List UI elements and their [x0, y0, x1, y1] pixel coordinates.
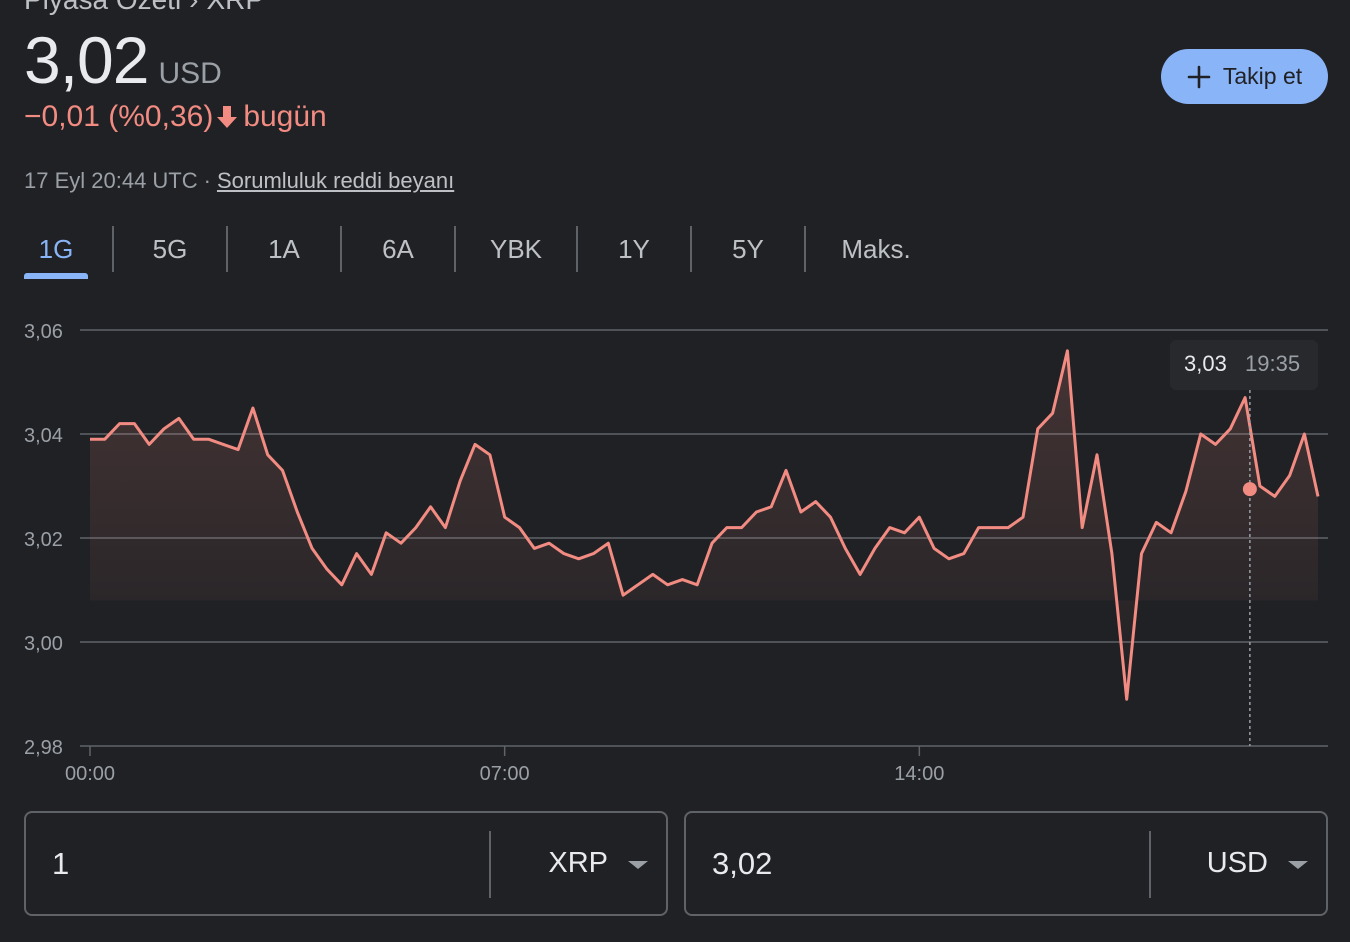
breadcrumb-parent-link[interactable]: Piyasa Özeti: [24, 0, 181, 15]
breadcrumb-separator: ›: [189, 0, 198, 15]
tab-6a[interactable]: 6A: [342, 226, 454, 272]
converter-from: 1 XRP: [24, 811, 668, 916]
y-tick-label: 3,00: [24, 633, 63, 655]
plus-icon: [1187, 65, 1211, 89]
hover-point: [1242, 482, 1257, 497]
to-currency-select[interactable]: USD: [1151, 813, 1326, 914]
series-area: [90, 350, 1318, 700]
tab-1y[interactable]: 1Y: [578, 226, 690, 272]
tooltip-time: 19:35: [1245, 351, 1300, 376]
tab-1g[interactable]: 1G: [24, 226, 88, 279]
follow-button[interactable]: Takip et: [1161, 49, 1328, 104]
y-tick-label: 3,02: [24, 529, 63, 551]
arrow-down-icon: [215, 104, 239, 130]
caret-down-icon: [1288, 860, 1308, 869]
to-currency-label: USD: [1206, 847, 1268, 879]
range-tabs: 1G 5G 1A 6A YBK 1Y 5Y Maks.: [24, 226, 946, 280]
x-tick-label: 00:00: [65, 763, 115, 785]
breadcrumb-current: XRP: [207, 0, 265, 15]
from-currency-label: XRP: [548, 847, 608, 879]
breadcrumb: Piyasa Özeti › XRP: [24, 0, 264, 16]
y-tick-label: 3,06: [24, 321, 63, 343]
price-display: 3,02 USD: [24, 22, 222, 98]
price-change: −0,01 (%0,36) bugün: [24, 100, 327, 134]
price-meta: 17 Eyl 20:44 UTC · Sorumluluk reddi beyanı: [24, 168, 454, 194]
disclaimer-link[interactable]: Sorumluluk reddi beyanı: [217, 168, 454, 193]
change-period: bugün: [243, 100, 327, 133]
meta-separator: ·: [203, 168, 211, 193]
change-percent: (%0,36): [108, 100, 214, 133]
price-chart[interactable]: 3,06 3,04 3,02 3,00 2,9800:00 07:00 14:00 3,03 1…: [0, 300, 1350, 790]
y-tick-label: 2,98: [24, 737, 63, 759]
change-amount: −0,01: [24, 100, 100, 133]
price-currency: USD: [158, 57, 222, 90]
x-tick-label: 14:00: [894, 763, 944, 785]
x-tick-label: 07:00: [480, 763, 530, 785]
converter-to: 3,02 USD: [684, 811, 1328, 916]
from-amount-input[interactable]: 1: [52, 813, 69, 914]
tooltip-value: 3,03: [1184, 351, 1227, 376]
y-tick-label: 3,04: [24, 425, 63, 447]
follow-button-label: Takip et: [1222, 63, 1303, 89]
tab-5g[interactable]: 5G: [114, 226, 226, 272]
tab-5y[interactable]: 5Y: [692, 226, 804, 272]
to-amount-input[interactable]: 3,02: [712, 813, 772, 914]
tab-maks[interactable]: Maks.: [806, 226, 946, 272]
from-currency-select[interactable]: XRP: [491, 813, 666, 914]
timestamp: 17 Eyl 20:44 UTC: [24, 168, 198, 193]
current-price: 3,02: [24, 23, 149, 97]
caret-down-icon: [628, 860, 648, 869]
tab-1a[interactable]: 1A: [228, 226, 340, 272]
tab-ybk[interactable]: YBK: [456, 226, 576, 272]
